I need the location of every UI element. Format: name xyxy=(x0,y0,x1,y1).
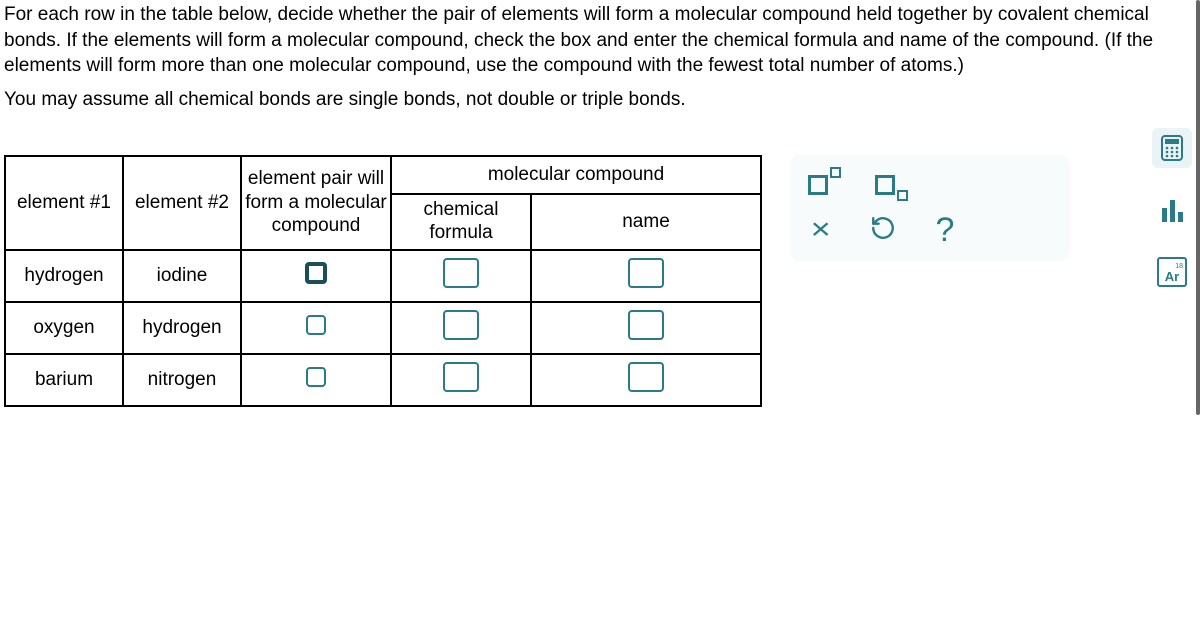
reset-button[interactable] xyxy=(870,215,896,245)
header-element-2: element #2 xyxy=(123,156,241,250)
clear-button[interactable]: × xyxy=(811,215,831,245)
table-row: barium nitrogen xyxy=(5,354,761,406)
input-compound-name[interactable] xyxy=(628,258,664,288)
input-chemical-formula[interactable] xyxy=(443,258,479,288)
calculator-button[interactable] xyxy=(1152,128,1192,168)
header-molecular-compound: molecular compound xyxy=(391,156,761,194)
cell-element-2: nitrogen xyxy=(123,354,241,406)
reset-icon xyxy=(870,215,896,241)
right-dock: 18 Ar xyxy=(1152,128,1192,292)
input-chemical-formula[interactable] xyxy=(443,362,479,392)
tool-panel: × ? xyxy=(790,155,1070,261)
input-compound-name[interactable] xyxy=(628,310,664,340)
compound-table: element #1 element #2 element pair will … xyxy=(4,155,762,407)
calculator-icon xyxy=(1160,135,1184,161)
bar-chart-icon xyxy=(1162,198,1183,222)
periodic-table-button[interactable]: 18 Ar xyxy=(1152,252,1192,292)
checkbox-form-compound[interactable] xyxy=(305,262,327,284)
instructions-paragraph-2: You may assume all chemical bonds are si… xyxy=(4,87,1194,113)
cell-element-1: oxygen xyxy=(5,302,123,354)
subscript-button[interactable] xyxy=(875,175,908,195)
scrollbar[interactable] xyxy=(1196,0,1200,415)
superscript-button[interactable] xyxy=(808,175,841,195)
table-row: hydrogen iodine xyxy=(5,250,761,302)
instructions-paragraph-1: For each row in the table below, decide … xyxy=(4,2,1194,79)
help-button[interactable]: ? xyxy=(936,213,955,247)
input-compound-name[interactable] xyxy=(628,362,664,392)
header-element-1: element #1 xyxy=(5,156,123,250)
header-name: name xyxy=(531,194,761,250)
chart-button[interactable] xyxy=(1152,190,1192,230)
checkbox-form-compound[interactable] xyxy=(306,367,326,387)
cell-element-2: hydrogen xyxy=(123,302,241,354)
table-row: oxygen hydrogen xyxy=(5,302,761,354)
header-chemical-formula: chemical formula xyxy=(391,194,531,250)
header-pair: element pair will form a molecular compo… xyxy=(241,156,391,250)
cell-element-1: hydrogen xyxy=(5,250,123,302)
checkbox-form-compound[interactable] xyxy=(306,315,326,335)
input-chemical-formula[interactable] xyxy=(443,310,479,340)
cell-element-1: barium xyxy=(5,354,123,406)
cell-element-2: iodine xyxy=(123,250,241,302)
periodic-tile-icon: 18 Ar xyxy=(1157,257,1187,287)
